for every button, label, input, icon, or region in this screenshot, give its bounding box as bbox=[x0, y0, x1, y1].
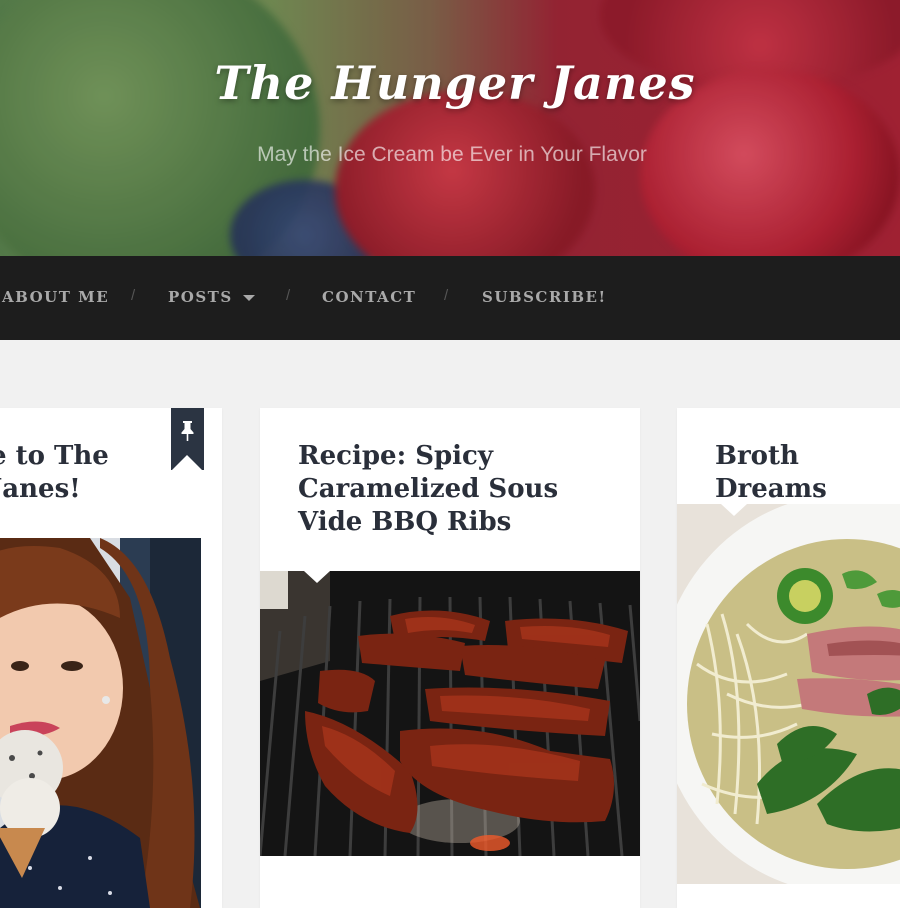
image-notch bbox=[721, 504, 747, 516]
nav-item-subscribe[interactable]: SUBSCRIBE! bbox=[482, 288, 607, 306]
post-title[interactable]: Broth Dreams bbox=[715, 440, 900, 506]
nav-separator: / bbox=[286, 287, 292, 304]
nav-item-posts[interactable]: POSTS bbox=[168, 288, 255, 306]
nav-item-posts-label: POSTS bbox=[168, 288, 233, 306]
post-card[interactable]: Broth Dreams bbox=[677, 408, 900, 908]
post-title[interactable]: Recipe: Spicy Caramelized Sous Vide BBQ … bbox=[298, 440, 558, 539]
post-card[interactable]: Recipe: Spicy Caramelized Sous Vide BBQ … bbox=[260, 408, 640, 908]
caret-down-icon bbox=[242, 295, 255, 301]
post-featured-image[interactable] bbox=[0, 538, 201, 908]
post-card-footer bbox=[260, 858, 640, 908]
nav-separator: / bbox=[131, 287, 137, 304]
post-featured-image[interactable] bbox=[260, 571, 640, 856]
header-shade bbox=[0, 0, 900, 256]
post-featured-image[interactable] bbox=[677, 504, 900, 884]
nav-item-about-me[interactable]: ABOUT ME bbox=[2, 288, 109, 306]
nav-item-contact[interactable]: CONTACT bbox=[322, 288, 416, 306]
site-title[interactable]: The Hunger Janes bbox=[0, 56, 900, 110]
post-title[interactable]: e to The Janes! bbox=[0, 440, 109, 506]
woman-with-ice-cream-photo bbox=[0, 538, 201, 908]
pho-noodle-soup-photo bbox=[677, 504, 900, 884]
pin-icon bbox=[181, 421, 194, 441]
image-notch bbox=[304, 571, 330, 583]
site-header: The Hunger Janes May the Ice Cream be Ev… bbox=[0, 0, 900, 256]
nav-separator: / bbox=[444, 287, 450, 304]
bbq-ribs-on-grill-photo bbox=[260, 571, 640, 856]
sticky-post-ribbon bbox=[171, 408, 204, 471]
post-card[interactable]: e to The Janes! bbox=[0, 408, 222, 908]
main-navigation: ABOUT ME / POSTS / CONTACT / SUBSCRIBE! bbox=[0, 256, 900, 340]
site-tagline: May the Ice Cream be Ever in Your Flavor bbox=[257, 143, 647, 166]
